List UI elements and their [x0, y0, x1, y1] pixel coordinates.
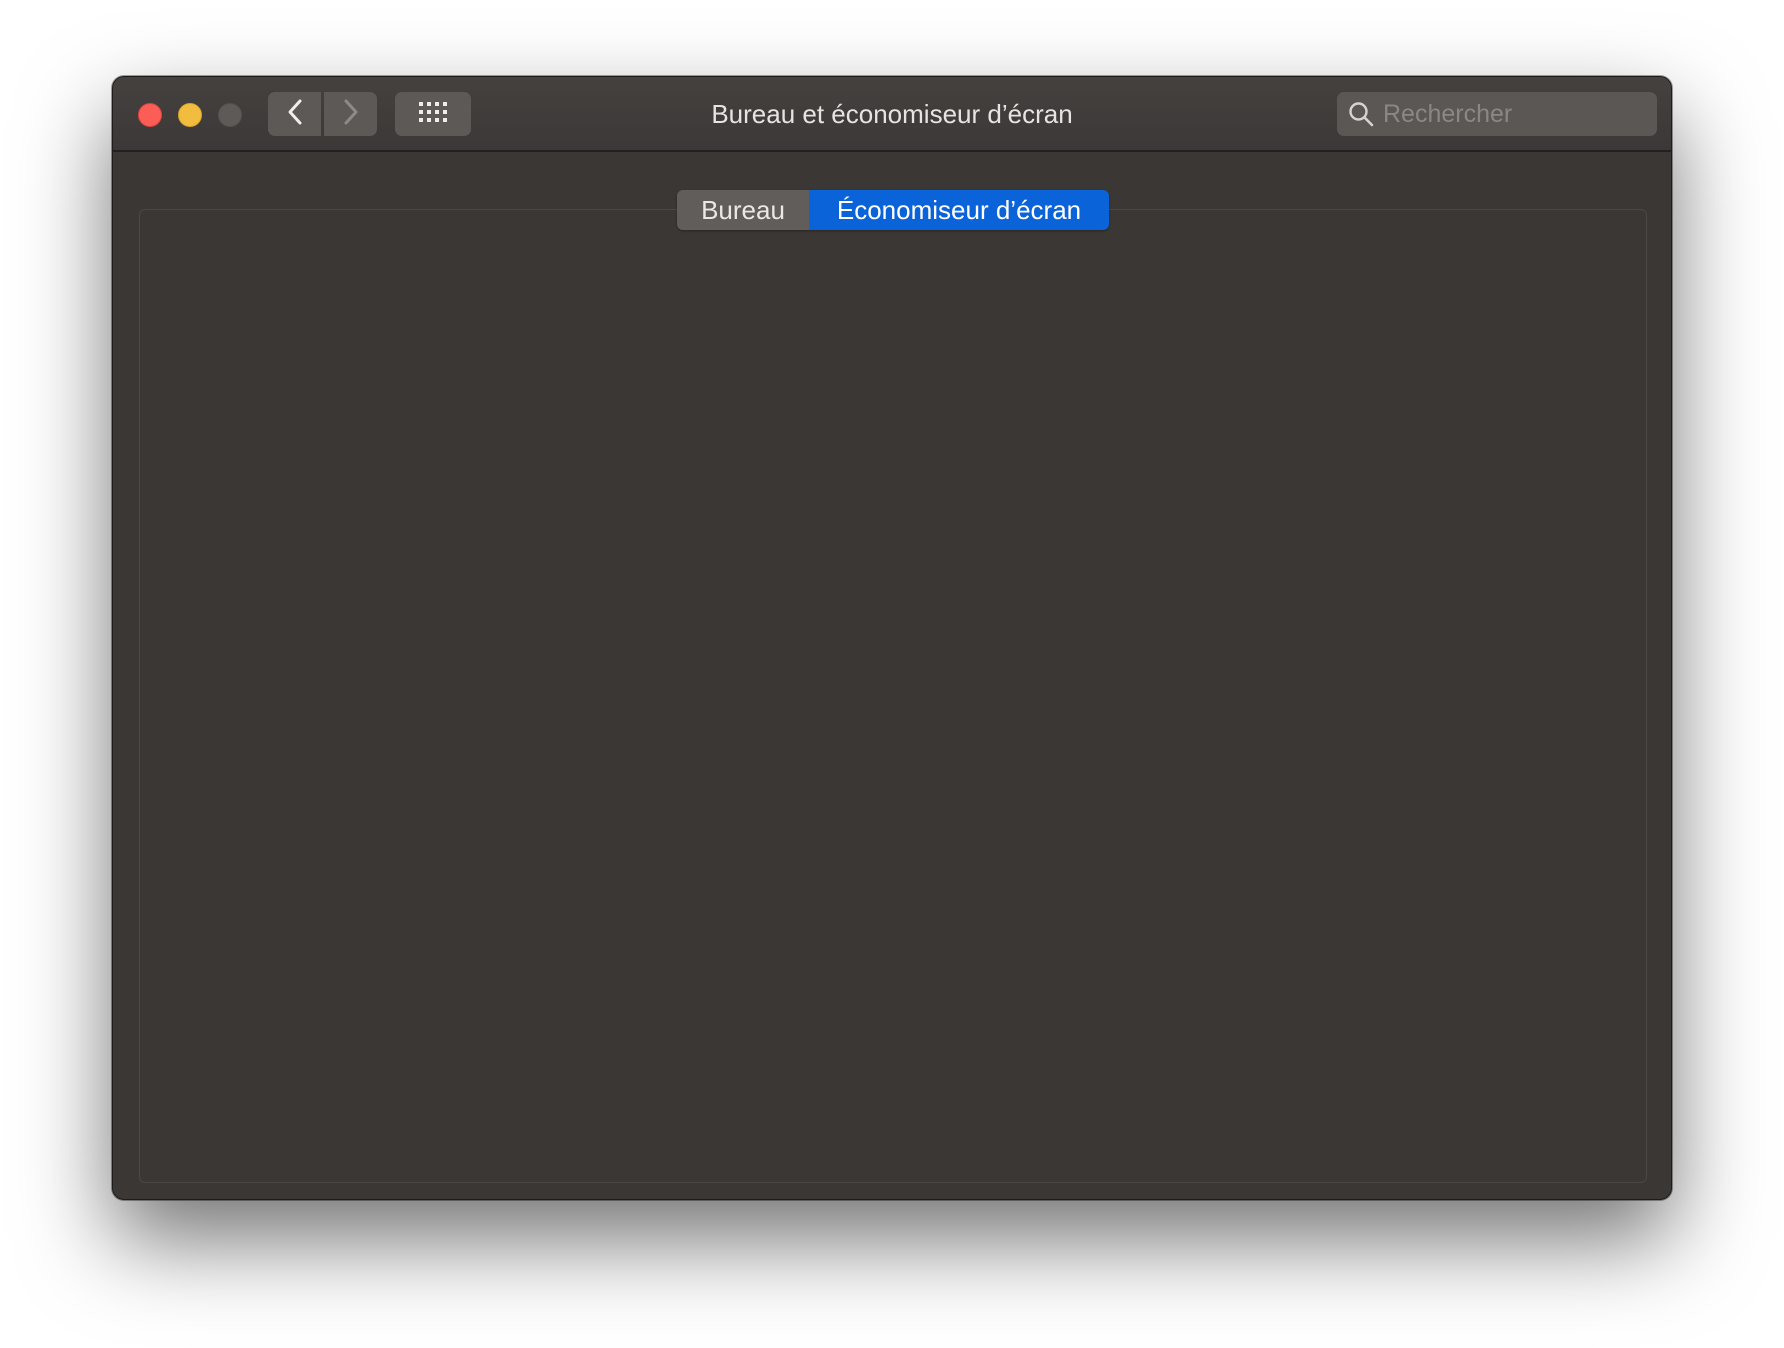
tab-economiseur[interactable]: Économiseur d’écran: [809, 190, 1109, 230]
tab-bureau[interactable]: Bureau: [677, 190, 809, 230]
search-field[interactable]: [1337, 92, 1657, 136]
minimize-button[interactable]: [178, 103, 202, 127]
tab-content-panel: [139, 209, 1647, 1183]
tab-bar: Bureau Économiseur d’écran: [677, 190, 1109, 230]
show-all-button[interactable]: [395, 92, 471, 136]
back-button[interactable]: [268, 92, 321, 136]
search-input[interactable]: [1383, 99, 1643, 129]
zoom-button: [218, 103, 242, 127]
chevron-right-icon: [342, 98, 360, 131]
close-button[interactable]: [138, 103, 162, 127]
preferences-window: Bureau et économiseur d’écran Bureau Éco…: [112, 76, 1672, 1200]
search-icon: [1347, 100, 1375, 128]
chevron-left-icon: [286, 98, 304, 131]
grid-icon: [418, 101, 448, 128]
title-bar: Bureau et économiseur d’écran: [113, 77, 1671, 152]
forward-button[interactable]: [324, 92, 377, 136]
